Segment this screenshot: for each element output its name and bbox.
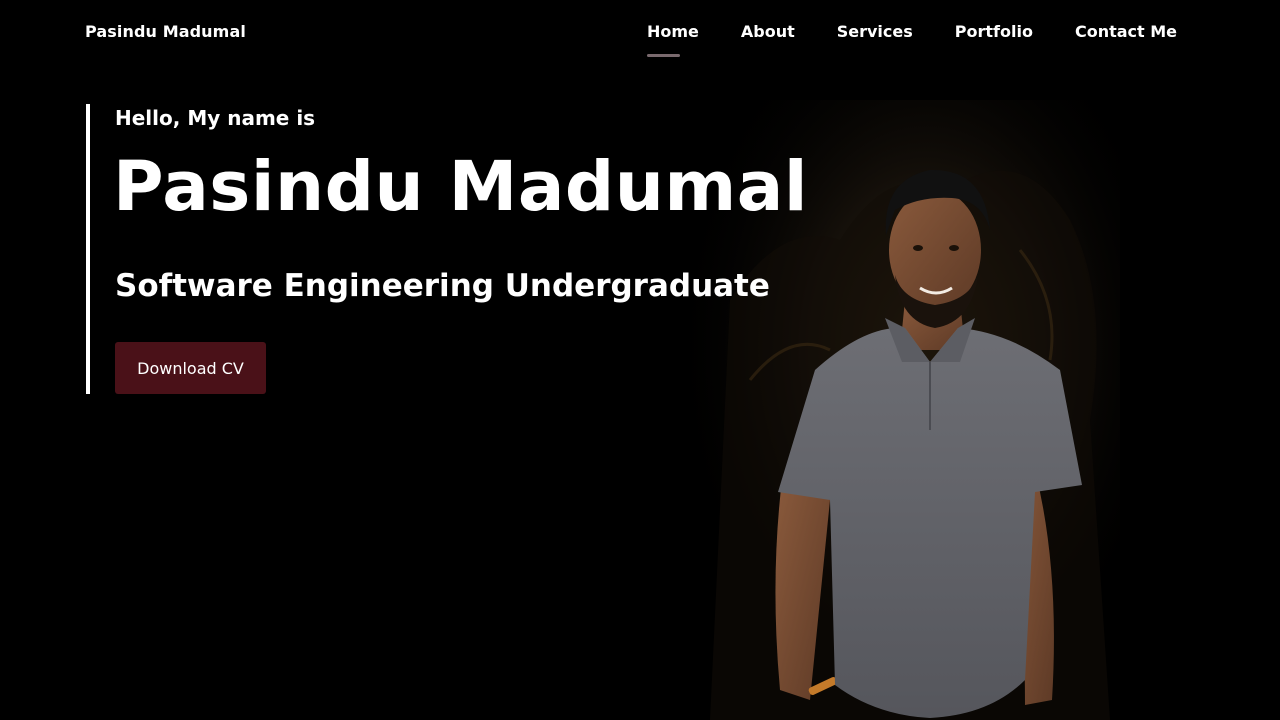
download-cv-button[interactable]: Download CV — [115, 342, 266, 394]
nav-item-label: Services — [836, 22, 913, 41]
nav-item-home[interactable]: Home — [646, 22, 699, 57]
active-nav-indicator — [646, 54, 680, 57]
nav-item-label: Portfolio — [954, 22, 1033, 41]
nav-item-label: About — [740, 22, 795, 41]
nav-item-label: Contact Me — [1074, 22, 1177, 41]
hero-accent-bar — [86, 104, 90, 394]
hero-role: Software Engineering Undergraduate — [115, 268, 770, 304]
site-logo-link[interactable]: Pasindu Madumal — [85, 22, 246, 41]
hero-greeting: Hello, My name is — [115, 106, 316, 130]
nav-item-label: Home — [646, 22, 699, 41]
nav-item-services[interactable]: Services — [837, 22, 913, 41]
hero-name: Pasindu Madumal — [113, 147, 809, 227]
nav-item-contact[interactable]: Contact Me — [1075, 22, 1177, 41]
main-nav: Home About Services Portfolio Contact Me — [646, 22, 1177, 57]
nav-item-about[interactable]: About — [741, 22, 795, 41]
page: Pasindu Madumal Home About Services Port… — [0, 0, 1280, 720]
nav-item-portfolio[interactable]: Portfolio — [955, 22, 1033, 41]
